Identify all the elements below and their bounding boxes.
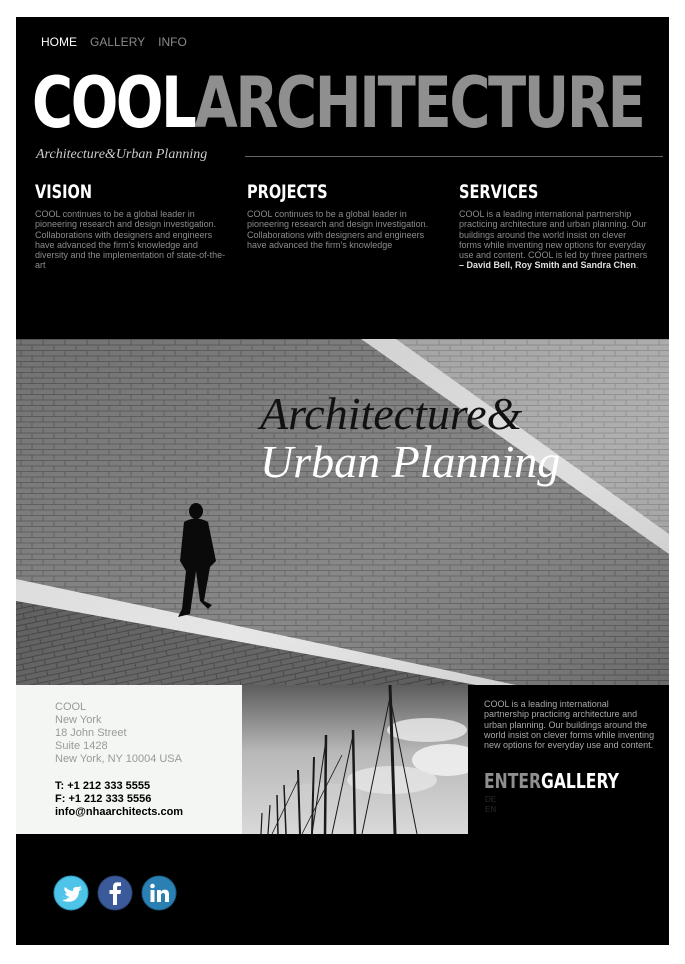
company-name: COOL [55, 701, 87, 713]
services-text: COOL is a leading international partners… [459, 209, 651, 271]
language-switcher: DE EN [485, 795, 496, 815]
hero-title-line1: Architecture& [260, 388, 523, 439]
page-container: HOME GALLERY INFO COOLARCHITECTURE Archi… [16, 17, 669, 945]
services-column: SERVICES COOL is a leading international… [459, 181, 651, 271]
twitter-icon[interactable] [53, 875, 89, 916]
address-suite: Suite 1428 [55, 740, 108, 752]
email-link[interactable]: info@nhaarchitects.com [55, 806, 183, 819]
masts-image [242, 685, 468, 834]
logo-part-cool: COOL [32, 62, 197, 144]
lang-en[interactable]: EN [485, 805, 496, 815]
nav-info-link[interactable]: INFO [158, 35, 187, 49]
vision-heading: VISION [35, 181, 93, 203]
projects-column: PROJECTS COOL continues to be a global l… [247, 181, 439, 250]
linkedin-icon[interactable] [141, 875, 177, 916]
vision-text: COOL continues to be a global leader in … [35, 209, 226, 271]
gallery-teaser: COOL is a leading international partners… [468, 685, 669, 834]
sailboat-masts-photo [242, 685, 468, 834]
services-end: . [636, 260, 639, 271]
projects-heading: PROJECTS [247, 181, 328, 203]
projects-text: COOL continues to be a global leader in … [247, 209, 429, 250]
phone-number: T: +1 212 333 5555 [55, 780, 151, 792]
address-city: New York [55, 714, 102, 726]
contact-address-block: COOL New York 18 John Street Suite 1428 … [16, 685, 242, 834]
social-icons [53, 875, 177, 916]
enter-gallery-link[interactable]: ENTERGALLERY [484, 769, 619, 793]
address-lines: COOL New York 18 John Street Suite 1428 … [55, 701, 182, 766]
hero-image: Architecture& Urban Planning [16, 339, 669, 685]
fax-number: F: +1 212 333 5556 [55, 793, 152, 805]
nav-home-link[interactable]: HOME [41, 35, 77, 49]
lang-de[interactable]: DE [485, 795, 496, 805]
address-city-zip: New York, NY 10004 USA [55, 753, 182, 765]
top-nav: HOME GALLERY INFO [41, 35, 187, 49]
nav-gallery-link[interactable]: GALLERY [90, 35, 145, 49]
tagline: Architecture&Urban Planning [36, 147, 208, 162]
site-logo[interactable]: COOLARCHITECTURE [32, 62, 646, 144]
logo-part-architecture: ARCHITECTURE [194, 62, 645, 144]
gallery-word: GALLERY [541, 769, 619, 793]
services-body: COOL is a leading international partners… [459, 209, 648, 261]
services-partners: – David Bell, Roy Smith and Sandra Chen [459, 260, 637, 271]
gallery-teaser-text: COOL is a leading international partners… [484, 699, 655, 751]
address-street: 18 John Street [55, 727, 127, 739]
facebook-icon[interactable] [97, 875, 133, 916]
contact-lines: T: +1 212 333 5555 F: +1 212 333 5556 in… [55, 780, 183, 819]
header-divider [245, 156, 663, 157]
vision-column: VISION COOL continues to be a global lea… [35, 181, 227, 271]
hero-title-line2: Urban Planning [260, 436, 561, 487]
enter-word: ENTER [484, 769, 542, 793]
services-heading: SERVICES [459, 181, 539, 203]
